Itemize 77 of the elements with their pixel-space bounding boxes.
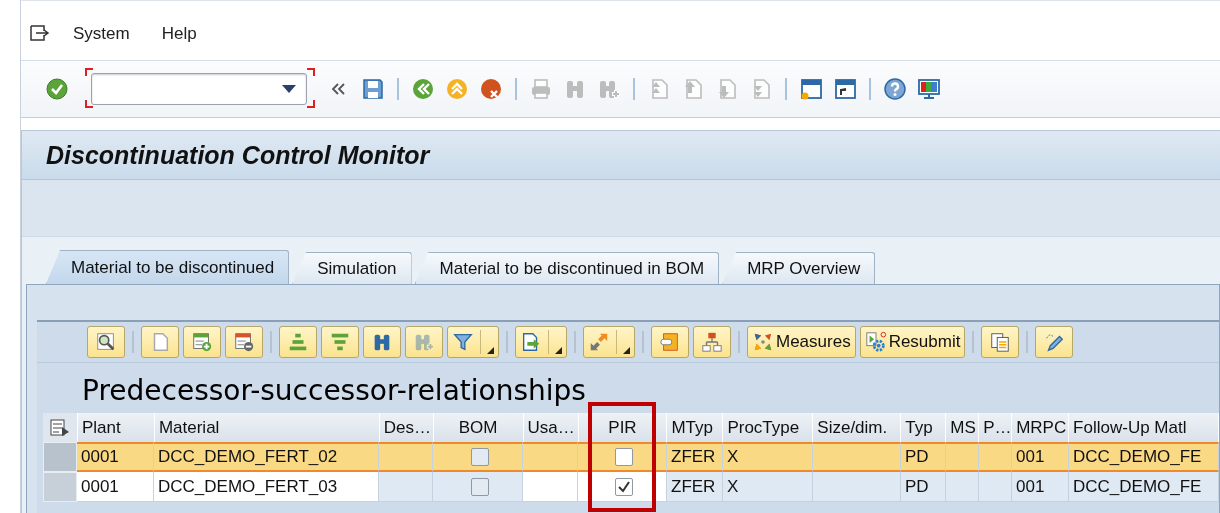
copy-icon bbox=[989, 331, 1012, 353]
table-cell: DCC_DEMO_FERT_02 bbox=[154, 442, 379, 472]
menu-item[interactable]: Help bbox=[149, 19, 209, 48]
table-cell: X bbox=[723, 472, 813, 502]
diagonal-arrows-icon bbox=[588, 331, 610, 353]
table-cell: PD bbox=[901, 472, 946, 502]
table-cell: 0001 bbox=[77, 442, 154, 472]
table-cell: DCC_DEMO_FERT_03 bbox=[154, 472, 379, 502]
monitor-icon[interactable] bbox=[917, 77, 941, 101]
export-button[interactable] bbox=[515, 326, 567, 358]
table-cell: 0001 bbox=[77, 472, 154, 502]
check-icon[interactable] bbox=[45, 77, 69, 101]
scroll-icon bbox=[659, 331, 681, 353]
table-settings-icon[interactable] bbox=[50, 418, 70, 437]
dropdown-arrow-icon[interactable] bbox=[282, 85, 296, 93]
window-title: Discontinuation Control Monitor bbox=[46, 140, 430, 170]
row-minus-icon bbox=[233, 331, 255, 353]
window-sun-icon[interactable] bbox=[799, 77, 823, 101]
hierarchy-button[interactable] bbox=[693, 326, 731, 358]
graphic-button[interactable] bbox=[651, 326, 689, 358]
new-button[interactable] bbox=[141, 326, 179, 358]
column-header[interactable]: Usa… bbox=[523, 413, 579, 442]
sort-descending-button[interactable] bbox=[321, 326, 359, 358]
column-header[interactable]: MRPC bbox=[1012, 413, 1070, 442]
menu-item[interactable]: System bbox=[61, 19, 142, 48]
double-chevron-circle-icon[interactable] bbox=[411, 77, 435, 101]
table-cell: DCC_DEMO_FE bbox=[1069, 442, 1219, 472]
filter-icon bbox=[452, 331, 474, 353]
table-cell: PD bbox=[901, 442, 946, 472]
sort-ascending-button[interactable] bbox=[279, 326, 317, 358]
command-field[interactable] bbox=[91, 73, 307, 105]
magnifier-list-icon bbox=[95, 331, 117, 353]
column-header[interactable]: Follow-Up Matl bbox=[1069, 413, 1219, 442]
table-title: Predecessor-successor-relationships bbox=[82, 374, 587, 408]
table-cell: ZFER bbox=[667, 442, 723, 472]
tab[interactable]: Material to be discontinued bbox=[46, 250, 290, 284]
edit-button[interactable] bbox=[1035, 326, 1074, 358]
checkbox[interactable] bbox=[615, 477, 633, 496]
measures-button[interactable]: Measures bbox=[747, 326, 856, 358]
hierarchy-icon bbox=[701, 331, 723, 353]
checkbox[interactable] bbox=[615, 448, 633, 466]
sort-descending-icon bbox=[329, 331, 351, 353]
column-header[interactable]: P… bbox=[979, 413, 1013, 442]
table-cell: 001 bbox=[1012, 472, 1069, 502]
tab[interactable]: MRP Overview bbox=[722, 252, 876, 284]
column-header[interactable]: ProcType bbox=[723, 413, 814, 442]
column-header[interactable]: Material bbox=[154, 413, 380, 442]
copy-button[interactable] bbox=[981, 326, 1020, 358]
delete-row-button[interactable] bbox=[225, 326, 263, 358]
sort-ascending-icon bbox=[287, 331, 309, 353]
tab[interactable]: Material to be discontinued in BOM bbox=[414, 252, 720, 284]
column-header[interactable]: Typ bbox=[901, 413, 947, 442]
menu-icon[interactable] bbox=[29, 23, 51, 44]
table-cell: X bbox=[723, 442, 813, 472]
details-button[interactable] bbox=[87, 326, 125, 358]
table-cell: 001 bbox=[1012, 442, 1069, 472]
column-header[interactable]: MS bbox=[946, 413, 980, 442]
layout-button[interactable] bbox=[583, 326, 635, 358]
find-button[interactable] bbox=[363, 326, 401, 358]
row-plus-icon bbox=[191, 331, 213, 353]
table-cell: DCC_DEMO_FE bbox=[1069, 472, 1219, 502]
column-header[interactable]: Size/dim. bbox=[813, 413, 902, 442]
tab[interactable]: Simulation bbox=[292, 252, 412, 284]
gear-icon bbox=[864, 331, 887, 353]
column-header[interactable]: BOM bbox=[433, 413, 524, 442]
help-icon[interactable] bbox=[883, 77, 907, 101]
column-header[interactable]: Plant bbox=[77, 413, 155, 442]
insert-row-button[interactable] bbox=[183, 326, 221, 358]
export-icon bbox=[520, 331, 542, 353]
resubmit-button[interactable]: Resubmit bbox=[859, 326, 966, 358]
table-cell: ZFER bbox=[667, 472, 723, 502]
pencil-icon bbox=[1043, 331, 1066, 353]
column-header[interactable]: Des… bbox=[379, 413, 434, 442]
cross-circle-icon[interactable] bbox=[479, 77, 503, 101]
arrows-cross-icon bbox=[752, 331, 774, 353]
filter-button[interactable] bbox=[447, 326, 499, 358]
column-header[interactable]: MTyp bbox=[667, 413, 724, 442]
